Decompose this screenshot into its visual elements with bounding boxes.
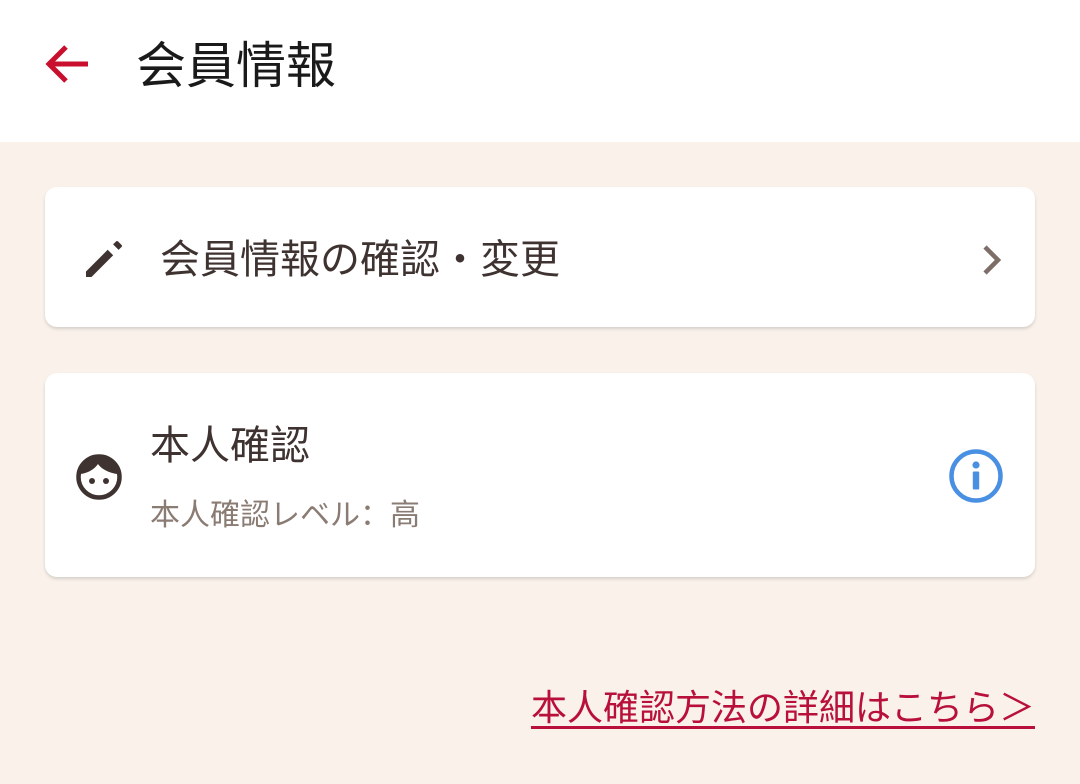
identity-verification-title: 本人確認: [150, 423, 310, 469]
back-button[interactable]: [30, 26, 106, 102]
face-icon: [76, 454, 122, 500]
identity-verification-card: [45, 373, 1035, 577]
chevron-right-icon: [983, 245, 1002, 275]
verification-level-text: 本人確認レベル：高: [150, 498, 420, 533]
verification-details-link[interactable]: 本人確認方法の詳細はこちら＞: [531, 684, 1035, 734]
arrow-left-icon: [45, 45, 88, 83]
info-icon[interactable]: [946, 446, 1006, 506]
pencil-icon: [86, 241, 122, 277]
page-title: 会員情報: [136, 37, 336, 95]
app-bar: 会員情報: [0, 0, 1080, 142]
edit-member-info-label: 会員情報の確認・変更: [160, 237, 560, 283]
